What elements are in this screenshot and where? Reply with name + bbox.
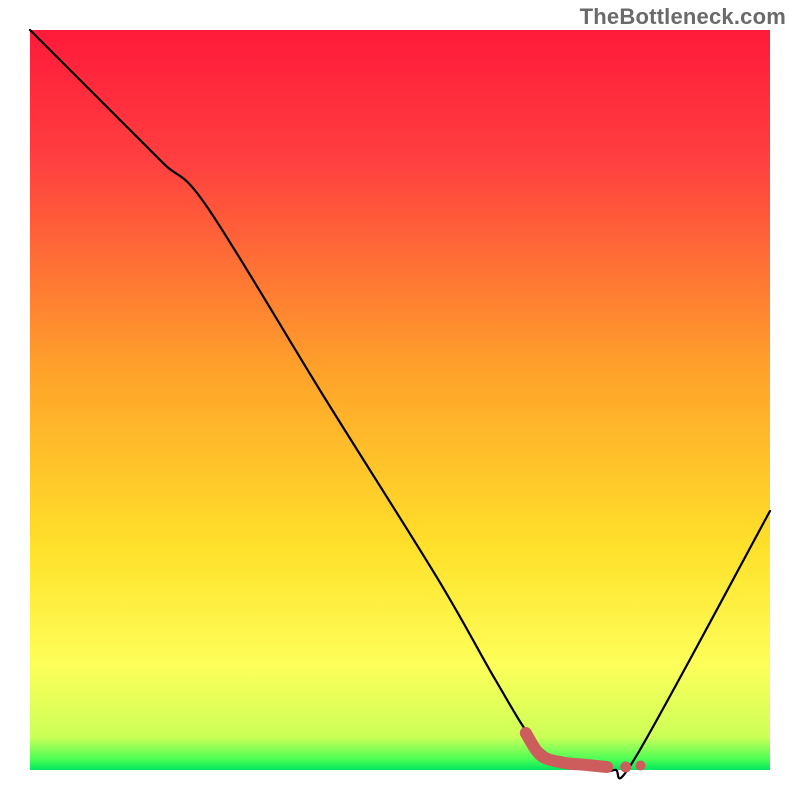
- bottleneck-chart: [0, 0, 800, 800]
- sweet-spot-dot: [636, 761, 646, 771]
- sweet-spot-dot: [620, 762, 631, 773]
- chart-stage: { "watermark": { "text": "TheBottleneck.…: [0, 0, 800, 800]
